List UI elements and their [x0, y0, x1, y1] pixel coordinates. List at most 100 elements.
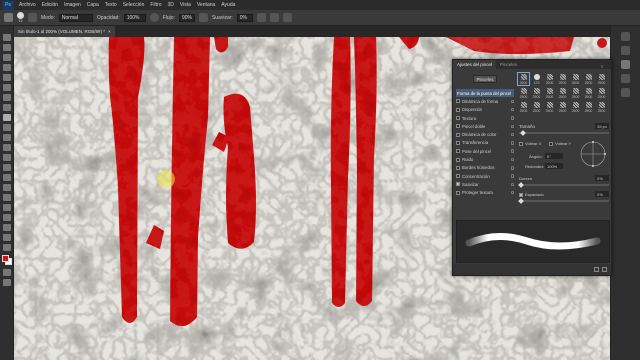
menu-3d[interactable]: 3D	[165, 2, 177, 8]
brush-tip-preset[interactable]: 2500	[517, 100, 530, 114]
menu-filtro[interactable]: Filtro	[147, 2, 164, 8]
brush-tool-icon[interactable]	[2, 114, 11, 121]
brush-tip-preset[interactable]: 2500	[543, 86, 556, 100]
option-shape-dynamics[interactable]: Dinámica de forma	[456, 97, 514, 105]
type-tool-icon[interactable]	[2, 194, 11, 201]
angle-field[interactable]: 0°	[545, 153, 563, 159]
brush-tip-preset[interactable]: 2500	[569, 72, 582, 86]
roundness-field[interactable]: 100%	[545, 163, 563, 169]
brush-tip-preset[interactable]: 2500	[595, 72, 608, 86]
checkbox-checked[interactable]	[519, 192, 523, 197]
blur-tool-icon[interactable]	[2, 164, 11, 171]
toggle-preview-icon[interactable]	[594, 267, 599, 272]
checkbox[interactable]	[549, 141, 553, 146]
tab-brushes[interactable]: Pinceles	[496, 60, 521, 69]
lock-icon[interactable]	[511, 174, 514, 178]
eraser-tool-icon[interactable]	[2, 144, 11, 151]
path-selection-tool-icon[interactable]	[2, 204, 11, 211]
option-brush-tip-shape[interactable]: Forma de la punta del pincel	[456, 89, 514, 98]
checkbox[interactable]	[456, 190, 460, 195]
angle-roundness-widget[interactable]	[579, 140, 607, 168]
brush-tip-preset[interactable]: 2500	[582, 72, 595, 86]
size-field[interactable]: 35 px	[595, 123, 609, 129]
checkbox[interactable]	[456, 165, 460, 170]
checkbox[interactable]	[456, 107, 460, 112]
quick-mask-icon[interactable]	[2, 269, 11, 276]
checkbox[interactable]	[456, 116, 460, 121]
option-noise[interactable]: Ruido	[456, 155, 514, 163]
brush-tip-preset[interactable]: 2500	[582, 100, 595, 114]
pressure-opacity-icon[interactable]	[149, 13, 159, 22]
clone-stamp-tool-icon[interactable]	[2, 124, 11, 131]
checkbox-checked[interactable]	[456, 182, 460, 187]
option-color-dynamics[interactable]: Dinámica de color	[456, 130, 514, 138]
lock-icon[interactable]	[511, 182, 514, 187]
close-tab-icon[interactable]: ×	[108, 29, 111, 34]
option-dual-brush[interactable]: Pincel doble	[456, 122, 514, 130]
layers-panel-icon[interactable]	[621, 88, 630, 97]
brush-preset-picker[interactable]: 19	[17, 12, 24, 23]
lock-icon[interactable]	[511, 190, 514, 195]
flip-y-option[interactable]: Voltear Y	[549, 141, 571, 146]
option-smoothing[interactable]: Suavizar	[456, 180, 514, 188]
crop-tool-icon[interactable]	[2, 74, 11, 81]
brush-tip-preset[interactable]: 2500	[517, 72, 530, 86]
checkbox[interactable]	[456, 99, 460, 104]
zoom-tool-icon[interactable]	[2, 234, 11, 241]
lock-icon[interactable]	[511, 107, 514, 112]
airbrush-icon[interactable]	[198, 13, 208, 22]
spacing-field[interactable]: 0%	[595, 191, 609, 197]
flow-field[interactable]: 90%	[178, 13, 195, 22]
brush-tip-preset[interactable]: 2500	[543, 72, 556, 86]
checkbox[interactable]	[456, 124, 460, 129]
brush-panel-icon[interactable]	[621, 60, 630, 69]
option-wet-edges[interactable]: Bordes húmedos	[456, 164, 514, 172]
brush-tip-preset[interactable]: 2500	[582, 86, 595, 100]
lasso-tool-icon[interactable]	[2, 54, 11, 61]
mode-select[interactable]: Normal	[58, 13, 93, 22]
menu-seleccion[interactable]: Selección	[120, 2, 148, 8]
menu-archivo[interactable]: Archivo	[16, 2, 39, 8]
brush-tip-preset[interactable]: 2500	[530, 86, 543, 100]
brush-tip-preset[interactable]: 2500	[556, 72, 569, 86]
tab-brush-settings[interactable]: Ajustes del pincel	[453, 60, 497, 69]
foreground-color-swatch[interactable]	[1, 255, 9, 262]
brush-tip-preset[interactable]: 123	[530, 72, 543, 86]
checkbox[interactable]	[456, 149, 460, 154]
lock-icon[interactable]	[511, 157, 514, 162]
new-brush-icon[interactable]	[602, 267, 607, 272]
checkbox[interactable]	[519, 141, 523, 146]
eyedropper-tool-icon[interactable]	[2, 94, 11, 101]
brush-tip-preset[interactable]: 2500	[543, 100, 556, 114]
healing-brush-tool-icon[interactable]	[2, 104, 11, 111]
menu-imagen[interactable]: Imagen	[61, 2, 84, 8]
frame-tool-icon[interactable]	[2, 84, 11, 91]
hardness-slider-thumb[interactable]	[518, 182, 524, 188]
hardness-field[interactable]: 0%	[595, 175, 609, 181]
marquee-tool-icon[interactable]	[2, 44, 11, 51]
option-protect-texture[interactable]: Proteger textura	[456, 189, 514, 197]
spacing-slider-thumb[interactable]	[518, 198, 524, 204]
panel-menu-icon[interactable]: ≡	[601, 64, 611, 69]
lock-icon[interactable]	[511, 141, 514, 145]
pen-tool-icon[interactable]	[2, 184, 11, 191]
photoshop-logo-icon[interactable]: Ps	[2, 0, 14, 10]
brush-tip-preset[interactable]: 2500	[595, 100, 608, 114]
history-brush-tool-icon[interactable]	[2, 134, 11, 141]
document-tab[interactable]: Sin título-1 al 200% (VOLUMEN, RGB/8#) *…	[14, 26, 115, 37]
menu-capa[interactable]: Capa	[84, 2, 102, 8]
move-tool-icon[interactable]	[2, 34, 11, 41]
spacing-slider[interactable]	[518, 198, 609, 204]
pressure-size-icon[interactable]	[269, 13, 279, 22]
menu-ayuda[interactable]: Ayuda	[218, 2, 238, 8]
brush-tip-preset[interactable]: 2500	[556, 100, 569, 114]
menu-texto[interactable]: Texto	[102, 2, 120, 8]
symmetry-icon[interactable]	[282, 13, 292, 22]
collapse-panels-icon[interactable]	[621, 32, 630, 41]
menu-vista[interactable]: Vista	[177, 2, 194, 8]
lock-icon[interactable]	[511, 132, 514, 137]
spacing-option[interactable]: Espaciado	[519, 192, 544, 197]
option-scattering[interactable]: Dispersión	[456, 106, 514, 114]
gradient-tool-icon[interactable]	[2, 154, 11, 161]
lock-icon[interactable]	[511, 149, 514, 153]
